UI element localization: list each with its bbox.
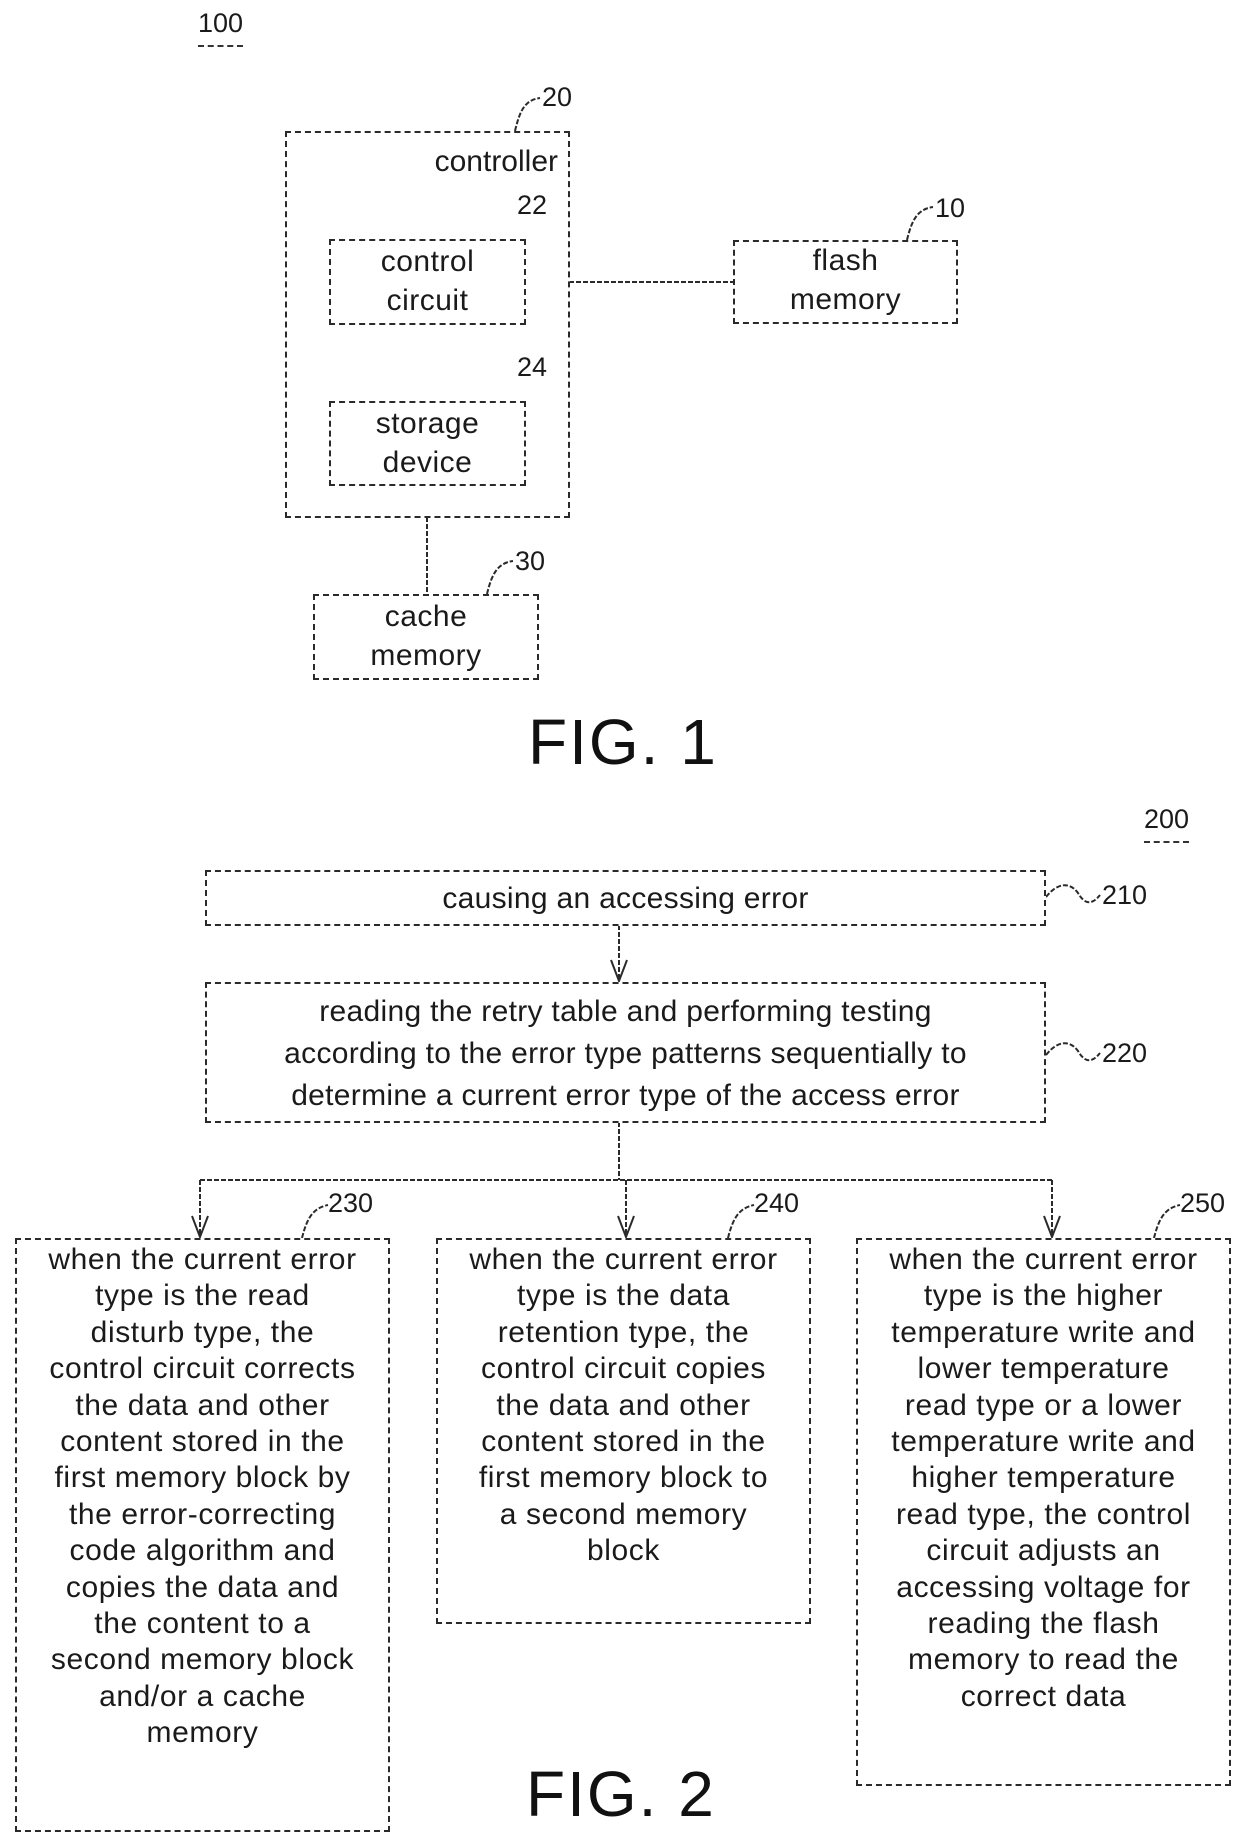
step-250-line-2: type is the higher [923, 1279, 1164, 1313]
step-230-line-2: type is the read [95, 1279, 310, 1313]
step-250-line-9: circuit adjusts an [926, 1534, 1161, 1568]
step-210-ref: 210 [1102, 880, 1148, 910]
fig1-ref-label: 100 [198, 10, 244, 47]
step-240-line-9: block [586, 1534, 661, 1568]
step-240-line-7: first memory block to [478, 1461, 769, 1495]
step-250-text: when the current error type is the higher… [862, 1242, 1225, 1715]
step-230-line-7: first memory block by [54, 1461, 351, 1495]
step-230-line-14: memory [146, 1716, 259, 1750]
leader-20 [514, 97, 541, 132]
step-230-line-6: content stored in the [60, 1425, 345, 1459]
leader-220 [1045, 1042, 1101, 1062]
controller-label: controller [434, 145, 558, 178]
cache-memory-box: cache memory [313, 594, 539, 680]
step-240-line-1: when the current error [469, 1243, 778, 1276]
step-230-line-13: and/or a cache [99, 1679, 306, 1713]
step-220-line-3: determine a current error type of the ac… [291, 1079, 960, 1112]
step-240-box: when the current error type is the data re… [436, 1238, 811, 1624]
step-230-line-3: disturb type, the [90, 1315, 315, 1349]
step-230-line-5: the data and other [75, 1388, 330, 1422]
leader-230 [301, 1204, 329, 1239]
control-circuit-ref: 22 [517, 190, 548, 220]
step-250-line-5: read type or a lower [904, 1388, 1183, 1422]
storage-device-line-2: device [382, 446, 473, 479]
step-250-line-11: reading the flash [927, 1607, 1160, 1641]
step-230-line-11: the content to a [94, 1607, 311, 1641]
step-250-line-1: when the current error [889, 1243, 1198, 1276]
leader-10 [906, 206, 934, 241]
storage-device-box: storage device [329, 401, 526, 486]
leader-240 [727, 1204, 755, 1239]
control-circuit-box: control circuit [329, 239, 526, 325]
step-250-line-8: read type, the control [895, 1497, 1192, 1531]
cache-memory-ref: 30 [515, 546, 546, 576]
leader-210 [1045, 884, 1101, 904]
step-240-text: when the current error type is the data re… [442, 1242, 805, 1570]
flash-memory-ref: 10 [935, 193, 966, 223]
step-250-line-12: memory to read the [908, 1643, 1179, 1677]
step-210-box: causing an accessing error [205, 870, 1046, 926]
step-230-text: when the current error type is the read di… [21, 1242, 384, 1752]
step-250-line-3: temperature write and [891, 1315, 1196, 1349]
flash-memory-line-2: memory [789, 283, 902, 316]
step-230-ref: 230 [328, 1188, 374, 1218]
controller-ref: 20 [542, 82, 573, 112]
control-circuit-line-2: circuit [386, 284, 469, 317]
step-240-line-2: type is the data [516, 1279, 731, 1313]
step-230-line-1: when the current error [48, 1243, 357, 1276]
cache-memory-line-2: memory [370, 639, 482, 672]
step-240-ref: 240 [754, 1188, 800, 1218]
step-220-ref: 220 [1102, 1038, 1148, 1068]
leader-250 [1153, 1204, 1181, 1239]
step-230-box: when the current error type is the read di… [15, 1238, 390, 1832]
step-240-line-8: a second memory [499, 1497, 748, 1531]
step-230-line-8: the error-correcting [68, 1497, 337, 1531]
step-230-line-9: code algorithm and [69, 1534, 336, 1568]
step-250-line-6: temperature write and [891, 1425, 1196, 1459]
step-230-line-12: second memory block [50, 1643, 355, 1677]
step-230-line-10: copies the data and [65, 1570, 340, 1604]
step-250-box: when the current error type is the higher… [856, 1238, 1231, 1786]
step-250-line-4: lower temperature [917, 1352, 1170, 1386]
fig2-ref-label: 200 [1144, 806, 1190, 843]
step-230-line-4: control circuit corrects [49, 1352, 356, 1386]
step-240-line-6: content stored in the [481, 1425, 766, 1459]
fig2-caption: FIG. 2 [526, 1758, 716, 1830]
flash-memory-line-1: flash [812, 244, 879, 277]
step-220-line-1: reading the retry table and performing t… [319, 995, 932, 1028]
control-circuit-line-1: control [380, 245, 475, 278]
step-240-line-4: control circuit copies [481, 1352, 766, 1386]
step-240-line-3: retention type, the [497, 1315, 750, 1349]
fig1-caption: FIG. 1 [528, 706, 718, 778]
step-240-line-5: the data and other [496, 1388, 751, 1422]
step-250-line-13: correct data [960, 1679, 1127, 1713]
step-250-line-7: higher temperature [911, 1461, 1176, 1495]
step-220-box: reading the retry table and performing t… [205, 982, 1046, 1123]
step-250-line-10: accessing voltage for [896, 1570, 1191, 1604]
step-220-line-2: according to the error type patterns seq… [284, 1037, 967, 1070]
cache-memory-line-1: cache [384, 600, 468, 633]
flash-memory-box: flash memory [733, 240, 958, 324]
storage-device-line-1: storage [375, 407, 480, 440]
storage-device-ref: 24 [517, 352, 548, 382]
step-250-ref: 250 [1180, 1188, 1226, 1218]
leader-30 [486, 560, 514, 595]
step-210-text: causing an accessing error [442, 882, 809, 915]
